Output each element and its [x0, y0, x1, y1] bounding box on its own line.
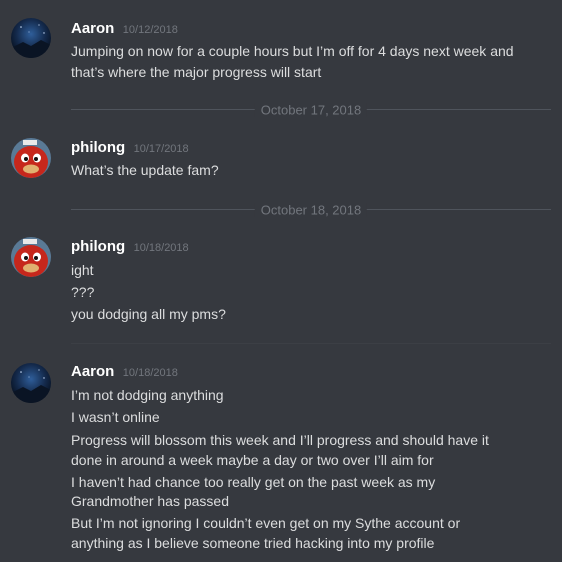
username[interactable]: Aaron [71, 20, 114, 37]
message-line: Jumping on now for a couple hours but I’… [71, 43, 514, 59]
timestamp: 10/18/2018 [133, 242, 189, 254]
username[interactable]: Aaron [71, 363, 114, 380]
aaron-avatar[interactable] [11, 363, 51, 403]
night-sky-avatar-icon [11, 363, 51, 403]
date-divider: October 18, 2018 [71, 202, 551, 218]
timestamp: 10/17/2018 [133, 143, 189, 155]
message-line: Progress will blossom this week and I’ll… [71, 432, 489, 448]
night-sky-avatar-icon [11, 18, 51, 58]
philong-avatar[interactable] [11, 237, 51, 277]
message-line: Grandmother has passed [71, 493, 229, 509]
message-header: philong 10/18/2018 [71, 238, 189, 256]
message-line: that’s where the major progress will sta… [71, 64, 322, 80]
message-header: Aaron 10/12/2018 [71, 20, 178, 38]
message-line: I wasn’t online [71, 409, 160, 425]
message-line: I haven’t had chance too really get on t… [71, 474, 436, 490]
message-line: But I’m not ignoring I couldn’t even get… [71, 515, 461, 531]
aaron-avatar[interactable] [11, 18, 51, 58]
message-line: you dodging all my pms? [71, 306, 226, 322]
message-line: What’s the update fam? [71, 162, 219, 178]
timestamp: 10/18/2018 [122, 367, 178, 379]
date-divider: October 17, 2018 [71, 102, 551, 118]
message-header: philong 10/17/2018 [71, 139, 189, 157]
philong-avatar[interactable] [11, 138, 51, 178]
date-divider-label: October 18, 2018 [254, 202, 368, 218]
date-divider-label: October 17, 2018 [254, 102, 368, 118]
username[interactable]: philong [71, 238, 125, 255]
username[interactable]: philong [71, 139, 125, 156]
message-line: anything as I believe someone tried hack… [71, 535, 435, 551]
message-line: I’m not dodging anything [71, 387, 224, 403]
message-header: Aaron 10/18/2018 [71, 363, 178, 381]
red-ugandan-knuckles-avatar-icon [11, 237, 51, 277]
message-line: ??? [71, 284, 95, 300]
red-ugandan-knuckles-avatar-icon [11, 138, 51, 178]
message-line: ight [71, 262, 94, 278]
timestamp: 10/12/2018 [122, 24, 178, 36]
message-line: done in around a week maybe a day or two… [71, 452, 434, 468]
message-group-separator [71, 343, 551, 344]
